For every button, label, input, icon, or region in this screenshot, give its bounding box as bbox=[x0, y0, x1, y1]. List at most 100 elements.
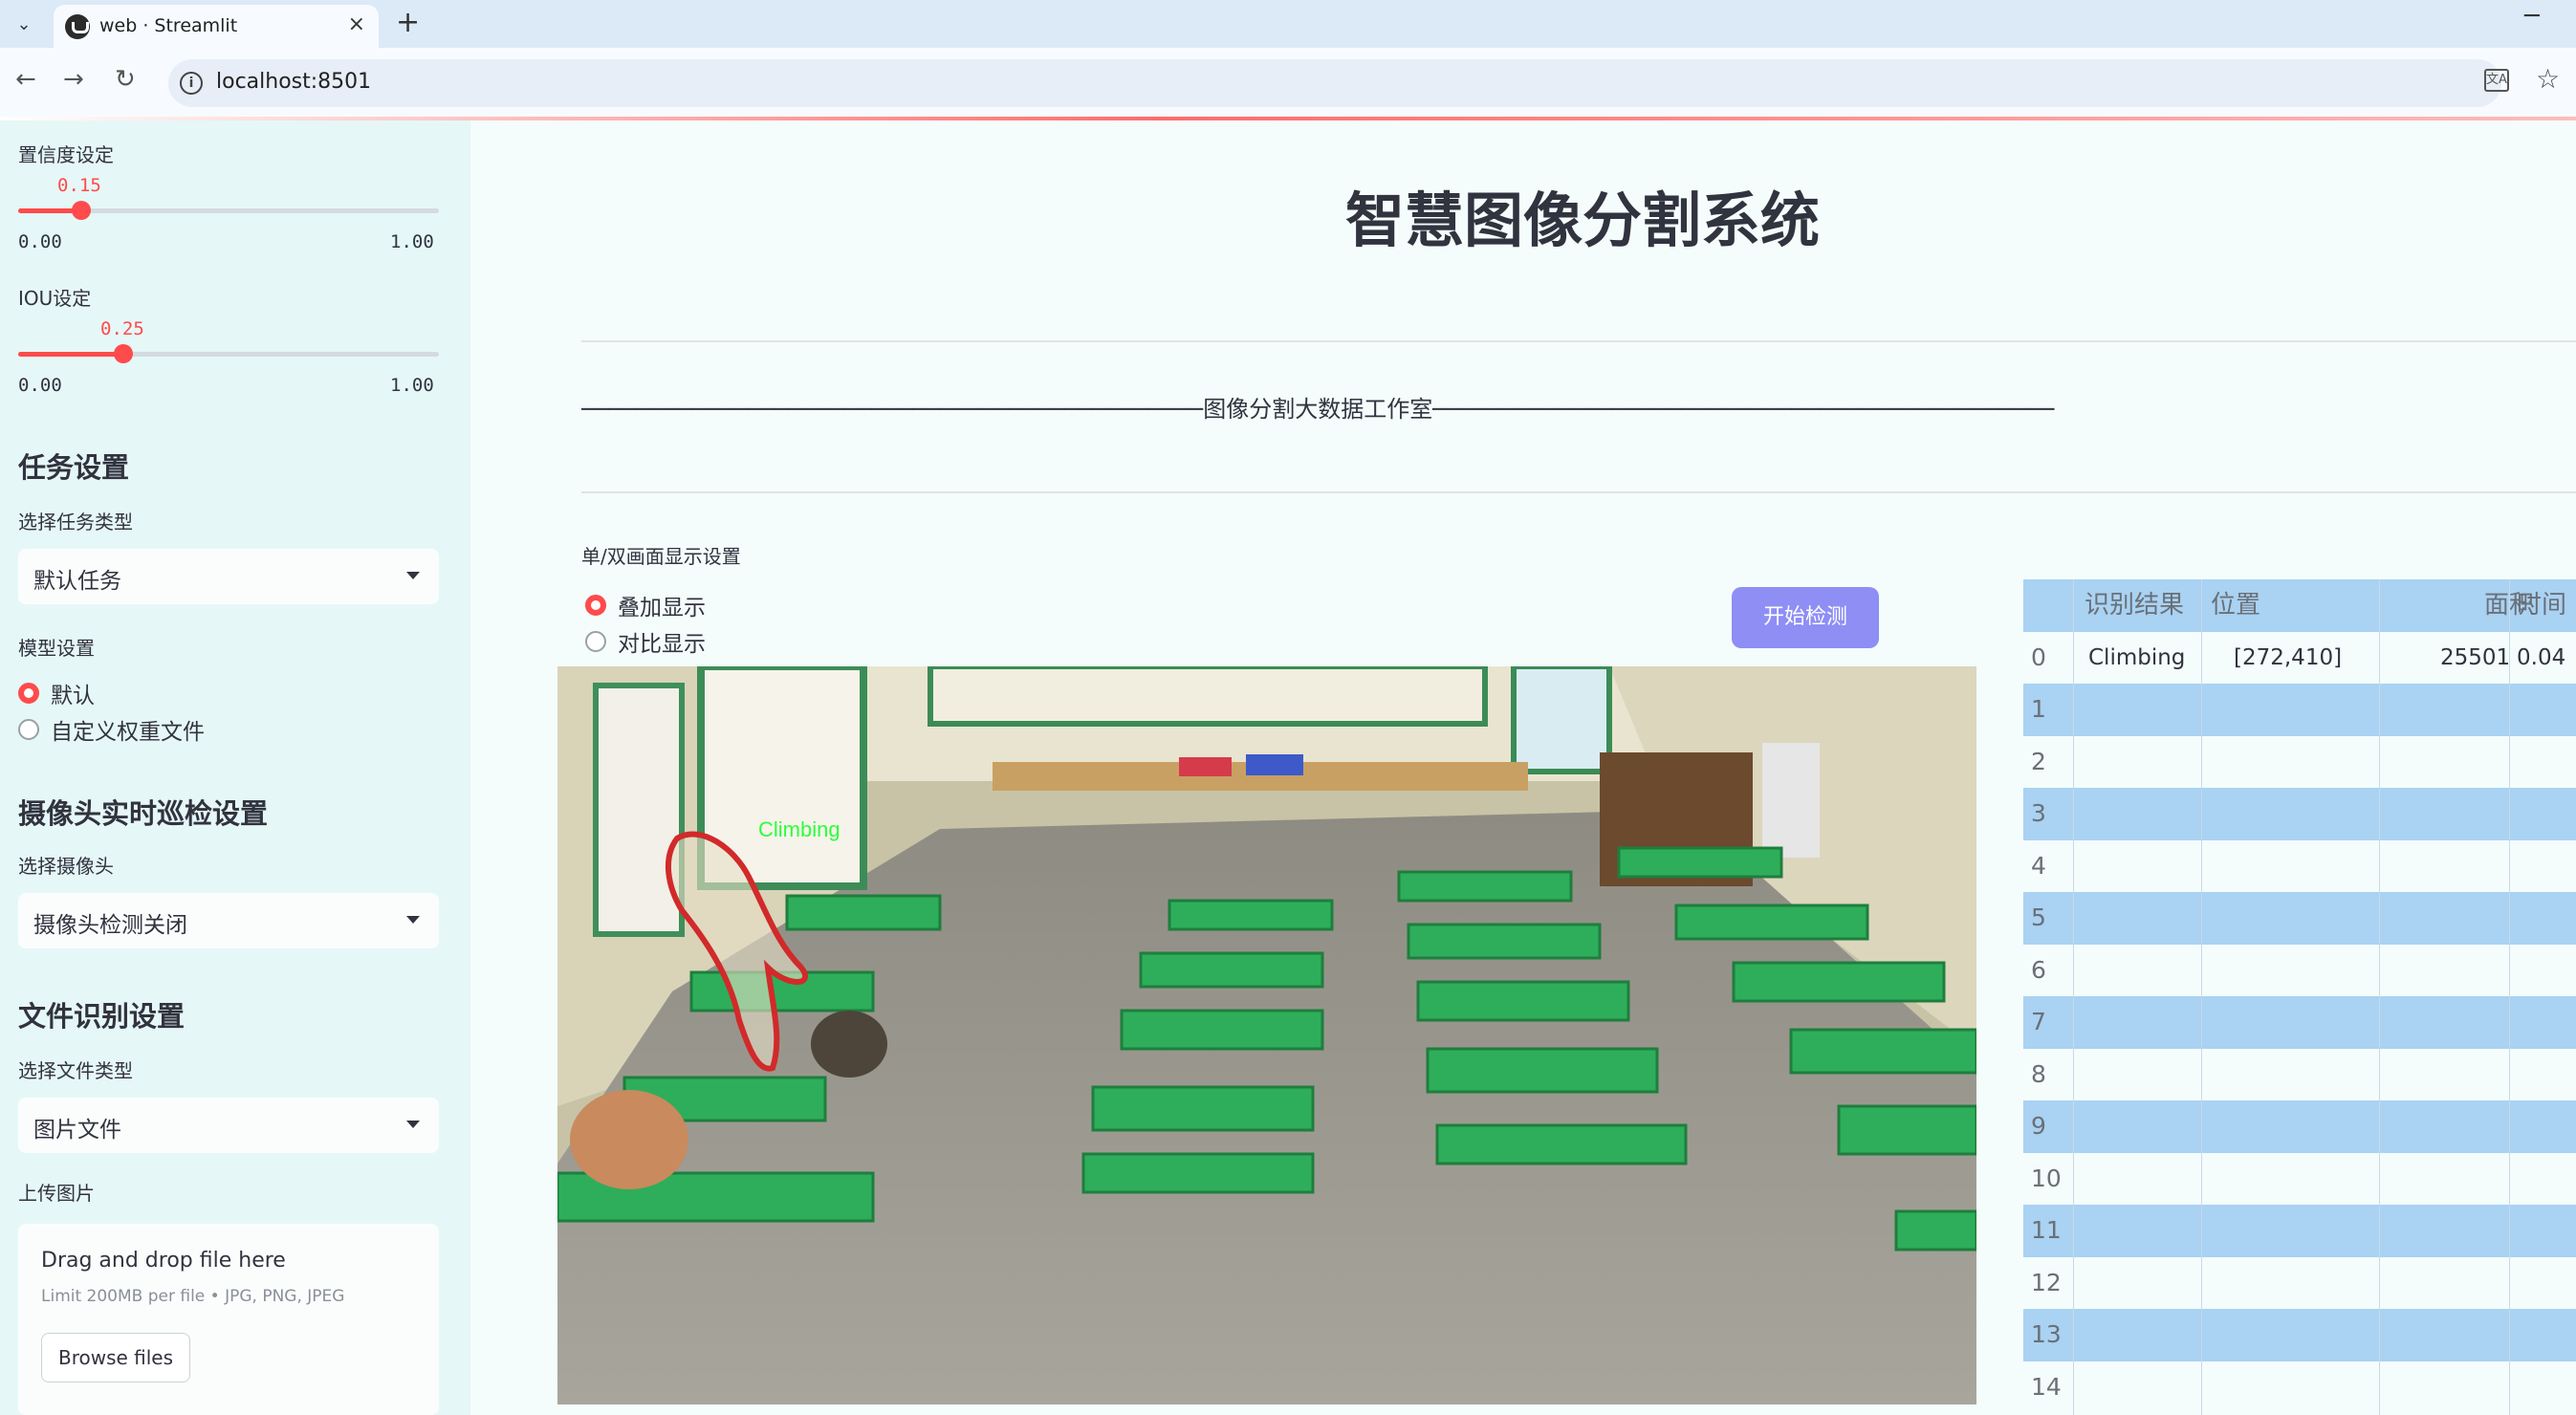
file-type-select[interactable]: 图片文件 bbox=[18, 1098, 439, 1153]
confidence-label: 置信度设定 bbox=[18, 143, 114, 166]
url-omnibox[interactable]: i localhost:8501 bbox=[168, 59, 2501, 107]
new-tab-icon[interactable]: + bbox=[396, 6, 420, 39]
tab-search-chevron-icon[interactable]: ⌄ bbox=[8, 8, 40, 40]
column-header[interactable]: 识别结果 bbox=[2085, 579, 2184, 632]
detection-label: Climbing bbox=[758, 817, 840, 841]
row-index: 6 bbox=[2031, 955, 2046, 984]
row-index: 1 bbox=[2031, 695, 2046, 723]
model-settings-label: 模型设置 bbox=[18, 637, 95, 660]
close-tab-icon[interactable]: × bbox=[348, 12, 365, 36]
chevron-down-icon bbox=[406, 1121, 420, 1128]
iou-value: 0.25 bbox=[100, 318, 144, 339]
streamlit-favicon-icon bbox=[65, 14, 90, 39]
back-arrow-icon[interactable]: ← bbox=[15, 65, 36, 94]
row-index: 14 bbox=[2031, 1372, 2062, 1401]
camera-select-label: 选择摄像头 bbox=[18, 855, 114, 878]
camera-select[interactable]: 摄像头检测关闭 bbox=[18, 893, 439, 948]
table-row[interactable]: 10 bbox=[2023, 1152, 2576, 1205]
column-divider bbox=[2201, 579, 2202, 1415]
chevron-down-icon bbox=[406, 572, 420, 579]
divider bbox=[581, 340, 2576, 342]
page-title: 智慧图像分割系统 bbox=[1344, 185, 1820, 255]
radio-unselected-icon[interactable] bbox=[585, 631, 606, 652]
banner-dashes-right: ────────────────────────────────────────… bbox=[1432, 396, 2055, 423]
camera-select-value: 摄像头检测关闭 bbox=[33, 913, 187, 938]
iou-min: 0.00 bbox=[18, 375, 62, 396]
row-index: 12 bbox=[2031, 1268, 2062, 1296]
table-cell-time: 0.04 bbox=[2517, 644, 2566, 670]
bookmark-star-icon[interactable]: ☆ bbox=[2536, 63, 2560, 95]
table-cell-result: Climbing bbox=[2088, 644, 2186, 670]
chevron-down-icon bbox=[406, 916, 420, 924]
table-row[interactable]: 13 bbox=[2023, 1309, 2576, 1361]
row-index: 11 bbox=[2031, 1216, 2062, 1244]
classroom-scene: Climbing bbox=[557, 666, 1976, 1404]
radio-unselected-icon[interactable] bbox=[18, 719, 39, 740]
row-index: 7 bbox=[2031, 1008, 2046, 1035]
display-radio-overlay[interactable]: 叠加显示 bbox=[585, 589, 706, 621]
row-index: 3 bbox=[2031, 799, 2046, 827]
upload-limit-text: Limit 200MB per file • JPG, PNG, JPEG bbox=[41, 1287, 345, 1306]
banner-dashes-left: ────────────────────────────────────────… bbox=[581, 396, 1204, 423]
column-header[interactable]: 位置 bbox=[2211, 579, 2260, 632]
minimize-window-icon[interactable]: ─ bbox=[2524, 2, 2540, 31]
row-index: 2 bbox=[2031, 747, 2046, 775]
table-row[interactable]: 11 bbox=[2023, 1205, 2576, 1257]
file-type-label: 选择文件类型 bbox=[18, 1059, 133, 1082]
table-header-row: 识别结果 位置 面积 时间 bbox=[2023, 579, 2576, 632]
table-cell-area: 25501 bbox=[2440, 644, 2511, 670]
model-option-label: 自定义权重文件 bbox=[51, 720, 205, 745]
url-text[interactable]: localhost:8501 bbox=[216, 70, 371, 94]
iou-slider-fill bbox=[18, 352, 123, 357]
browse-files-button[interactable]: Browse files bbox=[41, 1333, 190, 1382]
column-divider bbox=[2073, 579, 2074, 1415]
table-row[interactable]: 9 bbox=[2023, 1100, 2576, 1153]
forward-arrow-icon[interactable]: → bbox=[63, 65, 84, 94]
address-bar: ← → ↻ i localhost:8501 bbox=[0, 48, 2576, 117]
row-index: 5 bbox=[2031, 903, 2046, 931]
table-cell-position: [272,410] bbox=[2234, 644, 2343, 670]
table-row[interactable]: 3 bbox=[2023, 788, 2576, 840]
segmentation-result-image: Climbing bbox=[557, 666, 1976, 1404]
translate-icon[interactable]: 文A bbox=[2484, 69, 2509, 92]
column-header[interactable]: 时间 bbox=[2517, 579, 2566, 632]
row-index: 4 bbox=[2031, 851, 2046, 880]
table-row[interactable]: 4 bbox=[2023, 839, 2576, 892]
browser-tab[interactable]: web · Streamlit × bbox=[54, 5, 379, 48]
row-index: 8 bbox=[2031, 1059, 2046, 1088]
table-row[interactable]: 14 bbox=[2023, 1361, 2576, 1413]
iou-label: IOU设定 bbox=[18, 287, 92, 310]
row-index: 9 bbox=[2031, 1112, 2046, 1140]
table-row[interactable]: 8 bbox=[2023, 1048, 2576, 1100]
table-row[interactable]: 2 bbox=[2023, 735, 2576, 788]
start-detection-button[interactable]: 开始检测 bbox=[1732, 587, 1879, 648]
camera-settings-heading: 摄像头实时巡检设置 bbox=[18, 797, 269, 830]
table-row[interactable]: 7 bbox=[2023, 996, 2576, 1049]
iou-slider[interactable] bbox=[18, 344, 439, 363]
task-type-select[interactable]: 默认任务 bbox=[18, 549, 439, 604]
table-row[interactable]: 6 bbox=[2023, 944, 2576, 996]
model-radio-custom[interactable]: 自定义权重文件 bbox=[18, 713, 205, 746]
task-settings-heading: 任务设置 bbox=[18, 451, 130, 484]
table-row[interactable]: 5 bbox=[2023, 892, 2576, 945]
task-type-label: 选择任务类型 bbox=[18, 511, 133, 533]
file-uploader-dropzone[interactable]: Drag and drop file here Limit 200MB per … bbox=[18, 1224, 439, 1415]
browser-tab-bar: ⌄ web · Streamlit × + ─ bbox=[0, 0, 2576, 48]
row-index: 10 bbox=[2031, 1164, 2062, 1192]
upload-dropzone-title: Drag and drop file here bbox=[41, 1249, 286, 1273]
table-row[interactable]: 12 bbox=[2023, 1256, 2576, 1309]
site-info-icon[interactable]: i bbox=[180, 72, 203, 95]
reload-icon[interactable]: ↻ bbox=[115, 65, 136, 94]
radio-selected-icon[interactable] bbox=[18, 683, 39, 704]
display-radio-compare[interactable]: 对比显示 bbox=[585, 625, 706, 658]
results-table[interactable]: 识别结果 位置 面积 时间 0 Climbing [272,410] 25501 0.04 1 2 3… bbox=[2023, 579, 2576, 1415]
iou-slider-thumb[interactable] bbox=[114, 344, 133, 363]
banner-text: 图像分割大数据工作室 bbox=[1203, 396, 1433, 423]
upload-label: 上传图片 bbox=[18, 1182, 95, 1205]
table-row[interactable]: 1 bbox=[2023, 684, 2576, 736]
display-option-label: 叠加显示 bbox=[618, 596, 706, 620]
model-radio-default[interactable]: 默认 bbox=[18, 677, 95, 709]
table-row[interactable]: 0 Climbing [272,410] 25501 0.04 bbox=[2023, 631, 2576, 684]
display-mode-label: 单/双画面显示设置 bbox=[581, 545, 741, 568]
radio-selected-icon[interactable] bbox=[585, 595, 606, 616]
